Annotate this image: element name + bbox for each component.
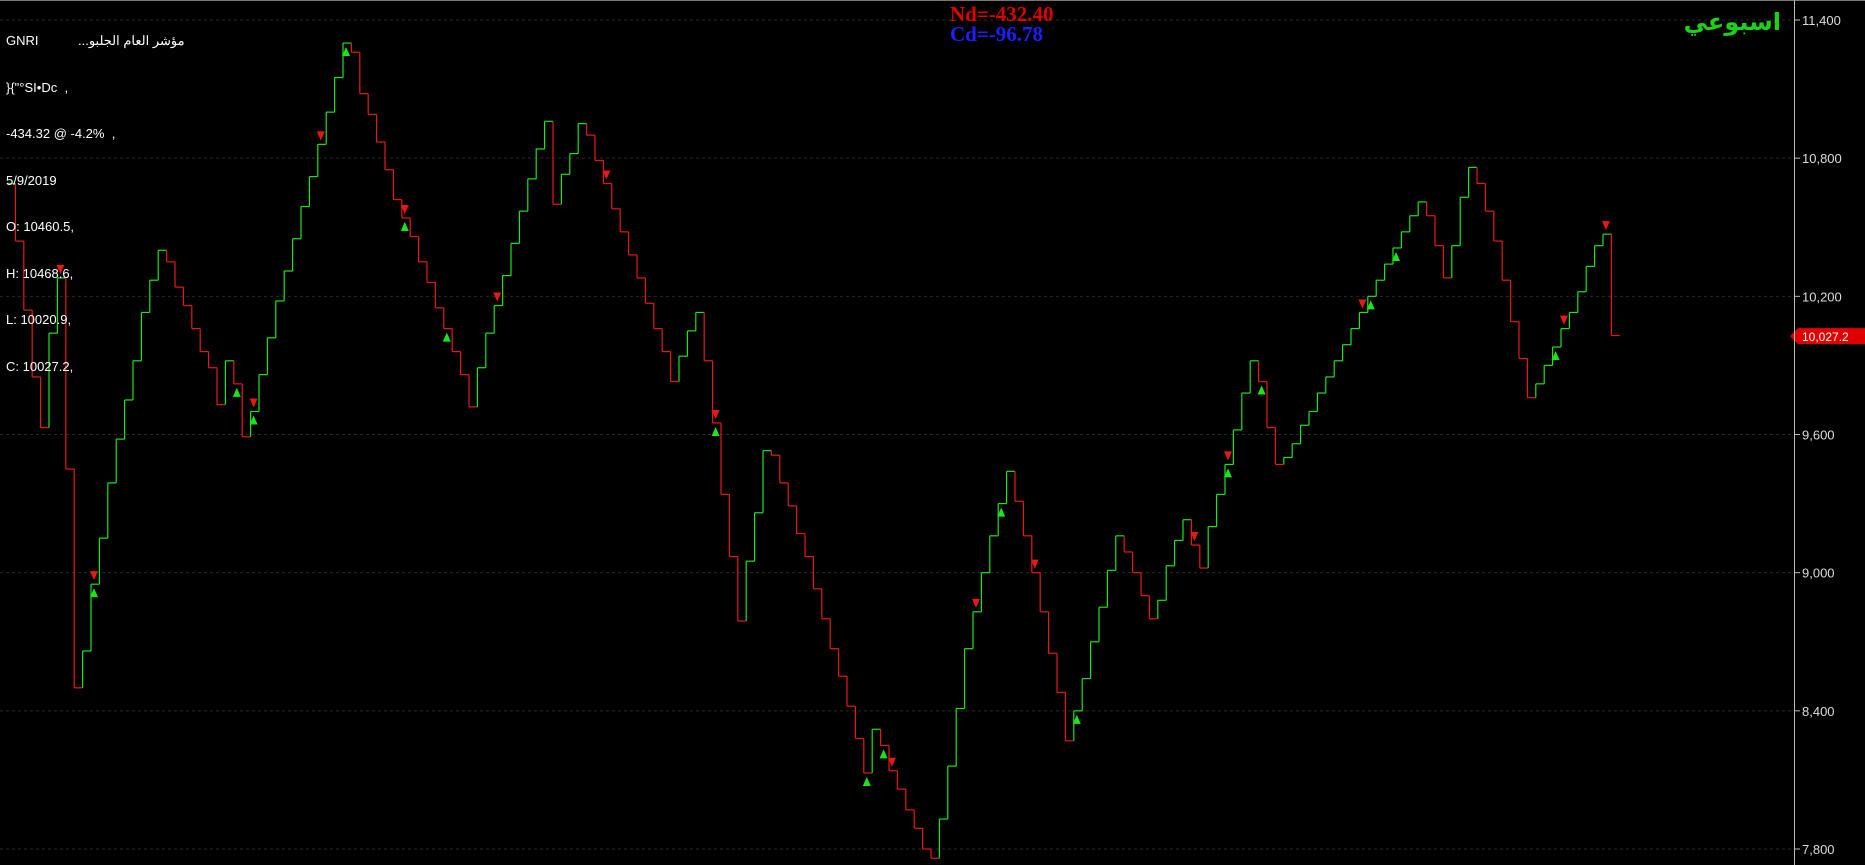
close-value: C: 10027.2, (6, 358, 74, 374)
sell-signal-marker (1560, 315, 1568, 325)
info-line2: }{"°SI•Dc , (6, 79, 69, 95)
date-text: 5/9/2019 (6, 172, 57, 188)
buy-signal-marker (442, 332, 451, 342)
symbol-name: مؤشر العام الجلبو... (78, 33, 185, 48)
price-chart[interactable]: 7,800 8,400 9,000 9,600 10,200 10,800 11,400 10… (0, 0, 1865, 865)
y-tick-label: 11,400 (1802, 13, 1841, 28)
y-tick-label: 9,000 (1802, 566, 1835, 581)
sell-signal-marker (249, 398, 258, 408)
buy-signal-marker (1257, 385, 1266, 395)
grid-lines (0, 19, 1794, 850)
sell-signal-marker (1224, 451, 1232, 461)
open-value: O: 10460.5, (6, 219, 74, 234)
symbol-code: GNRI (6, 33, 39, 48)
change-text: -434.32 @ -4.2% , (6, 126, 116, 141)
sell-signal-marker (493, 292, 502, 302)
buy-signal-marker (879, 749, 888, 759)
y-tick-label: 9,600 (1802, 428, 1835, 443)
y-tick-label: 10,200 (1802, 289, 1842, 304)
y-tick-label: 8,400 (1802, 704, 1835, 719)
low-value: L: 10020.9, (6, 312, 72, 327)
buy-signal-marker (711, 426, 720, 436)
period-label[interactable]: اسبوعي (1684, 8, 1781, 36)
sell-signal-marker (1602, 221, 1610, 231)
last-price-label: 10,027.2 (1802, 330, 1849, 344)
y-axis-line (1794, 0, 1795, 865)
high-value: H: 10468.6, (6, 265, 74, 281)
nd-indicator: Nd=-432.40 (950, 2, 1054, 26)
buy-signal-marker (862, 777, 871, 787)
cd-indicator: Cd=-96.78 (950, 22, 1044, 46)
buy-signal-marker (232, 387, 241, 397)
y-tick-label: 7,800 (1802, 842, 1835, 857)
buy-signal-marker (400, 222, 409, 232)
sell-signal-marker (1358, 299, 1367, 309)
sell-signal-marker (972, 598, 980, 608)
y-axis: 7,800 8,400 9,000 9,600 10,200 10,800 11,400 10… (1790, 13, 1865, 857)
price-series (7, 42, 1620, 859)
sell-signal-marker (90, 571, 98, 581)
y-tick-label: 10,800 (1802, 151, 1842, 166)
sell-signal-marker (316, 131, 325, 141)
info-panel: GNRI مؤشر العام الجلبو... }{"°SI•Dc , -43… (6, 2, 185, 390)
